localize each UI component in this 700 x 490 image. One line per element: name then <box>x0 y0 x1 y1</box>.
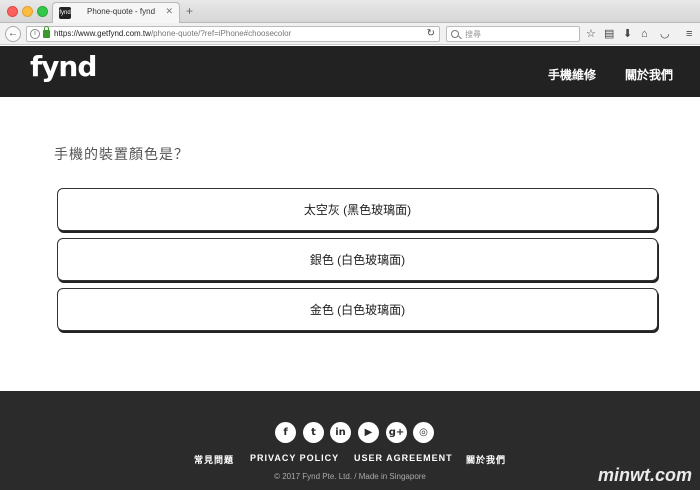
close-window-button[interactable] <box>7 6 18 17</box>
option-label: 銀色 (白色玻璃面) <box>309 253 406 267</box>
facebook-icon[interactable]: f <box>275 422 296 443</box>
footer-link-privacy[interactable]: PRIVACY POLICY <box>250 453 339 463</box>
zoom-window-button[interactable] <box>37 6 48 17</box>
browser-tab-bar: fynd Phone-quote - fynd ✕ + <box>0 0 700 23</box>
footer-link-about[interactable]: 關於我們 <box>466 453 506 466</box>
twitter-icon[interactable]: t <box>303 422 324 443</box>
url-text[interactable]: https://www.getfynd.com.tw/phone-quote/?… <box>54 29 291 38</box>
reload-icon[interactable]: ↻ <box>427 28 435 39</box>
watermark: minwt.com <box>597 465 692 485</box>
option-gold[interactable]: 金色 (白色玻璃面) <box>57 288 658 331</box>
option-label: 太空灰 (黑色玻璃面) <box>303 203 412 217</box>
nav-about[interactable]: 關於我們 <box>625 66 673 83</box>
youtube-icon[interactable]: ▶ <box>358 422 379 443</box>
home-icon[interactable]: ⌂ <box>641 27 648 41</box>
lock-icon <box>43 26 50 38</box>
copyright-text: © 2017 Fynd Pte. Ltd. / Made in Singapor… <box>274 472 426 481</box>
reading-list-icon[interactable]: ▤ <box>604 27 614 41</box>
new-tab-button[interactable]: + <box>186 4 193 18</box>
question-title: 手機的裝置顏色是？ <box>54 146 189 162</box>
footer-link-faq[interactable]: 常見問題 <box>194 453 234 466</box>
tab-title: Phone-quote - fynd <box>87 7 156 16</box>
fynd-favicon-icon: fynd <box>59 7 71 19</box>
bookmark-star-icon[interactable]: ☆ <box>586 27 596 41</box>
option-label: 金色 (白色玻璃面) <box>309 303 406 317</box>
url-bar[interactable]: i https://www.getfynd.com.tw/phone-quote… <box>26 26 440 42</box>
browser-tab[interactable]: fynd Phone-quote - fynd ✕ <box>52 2 180 23</box>
info-icon[interactable]: i <box>30 29 40 39</box>
linkedin-icon[interactable]: in <box>330 422 351 443</box>
menu-icon[interactable]: ≡ <box>686 27 692 41</box>
minimize-window-button[interactable] <box>22 6 33 17</box>
download-icon[interactable]: ⬇ <box>623 27 632 41</box>
option-space-gray[interactable]: 太空灰 (黑色玻璃面) <box>57 188 658 231</box>
tab-close-icon[interactable]: ✕ <box>165 6 173 17</box>
search-placeholder: 搜尋 <box>465 30 481 39</box>
browser-toolbar: ← i https://www.getfynd.com.tw/phone-quo… <box>0 23 700 45</box>
search-icon <box>451 30 459 38</box>
option-silver[interactable]: 銀色 (白色玻璃面) <box>57 238 658 281</box>
pocket-icon[interactable]: ◡ <box>660 27 670 41</box>
back-button[interactable]: ← <box>5 26 21 42</box>
search-bar[interactable]: 搜尋 <box>446 26 580 42</box>
footer-link-agreement[interactable]: USER AGREEMENT <box>354 453 453 463</box>
instagram-icon[interactable]: ◎ <box>413 422 434 443</box>
google-plus-icon[interactable]: g+ <box>386 422 407 443</box>
nav-repair[interactable]: 手機維修 <box>548 66 596 83</box>
fynd-logo[interactable]: fynd <box>30 52 97 82</box>
